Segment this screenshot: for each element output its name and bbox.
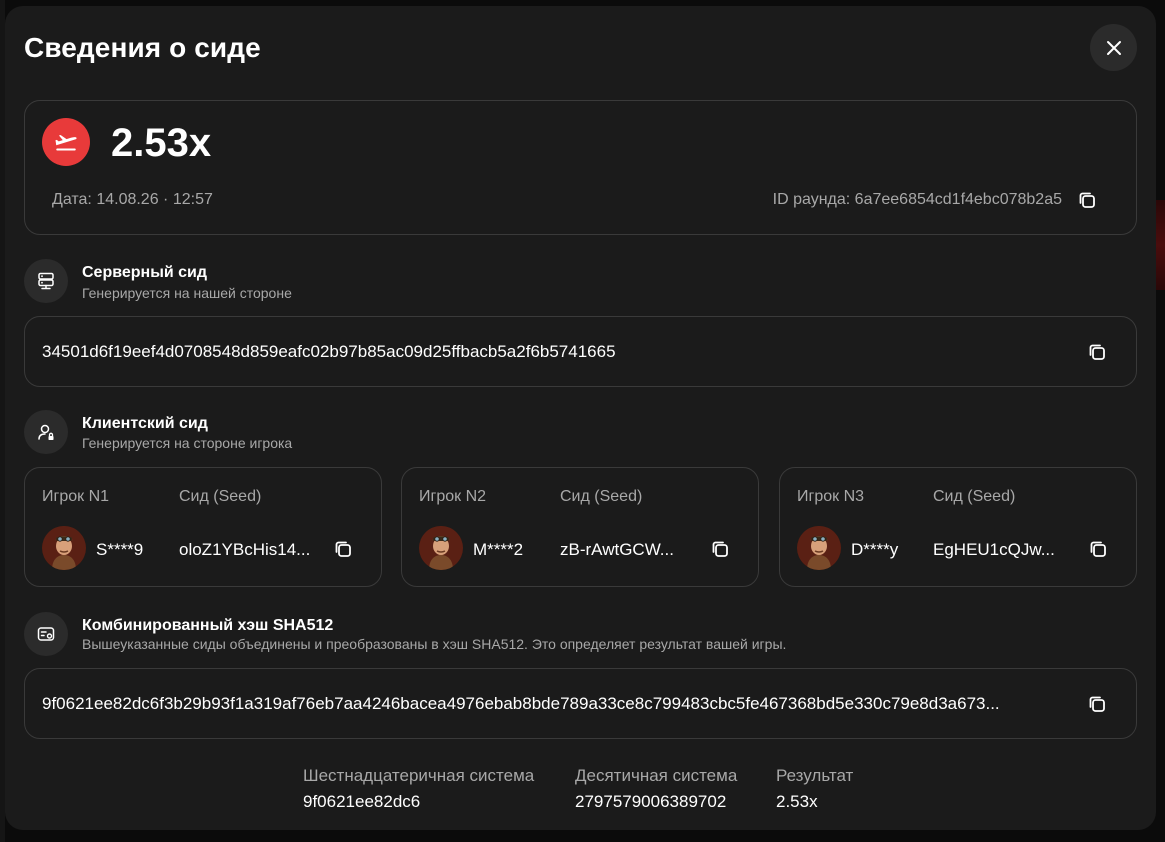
player-seed-card: Игрок N2 Сид (Seed) M****2 zB-rAwtGCW... <box>401 467 759 587</box>
copy-icon <box>1079 192 1095 208</box>
player-seed-card: Игрок N1 Сид (Seed) S****9 oloZ1YBcHis14… <box>24 467 382 587</box>
copy-icon <box>1089 696 1105 712</box>
seed-label: Сид (Seed) <box>560 488 643 505</box>
copy-player-seed-button[interactable] <box>332 538 354 560</box>
copy-icon <box>1089 344 1105 360</box>
hex-label: Шестнадцатеричная система <box>303 766 535 785</box>
round-date: Дата: 14.08.26 · 12:57 <box>52 191 213 208</box>
close-button[interactable] <box>1090 24 1137 71</box>
round-id: ID раунда: 6a7ee6854cd1f4ebc078b2a5 <box>772 191 1062 208</box>
result-label: Результат <box>776 766 854 785</box>
combined-hash-value: 9f0621ee82dc6f3b29b93f1a319af76eb7aa4246… <box>42 694 1000 713</box>
round-result-card: 2.53x Дата: 14.08.26 · 12:57 ID раунда: … <box>24 100 1137 235</box>
player-name: S****9 <box>96 540 144 559</box>
copy-icon <box>1090 541 1106 557</box>
round-multiplier: 2.53x <box>111 121 212 165</box>
dec-value: 2797579006389702 <box>575 792 727 811</box>
combined-hash-subtitle: Вышеуказанные сиды объединены и преобраз… <box>82 636 787 652</box>
player-label: Игрок N2 <box>419 488 487 505</box>
copy-player-seed-button[interactable] <box>1087 538 1109 560</box>
avatar <box>419 526 463 570</box>
plane-badge <box>42 118 90 166</box>
server-seed-field: 34501d6f19eef4d0708548d859eafc02b97b85ac… <box>24 316 1137 387</box>
dec-label: Десятичная система <box>575 766 738 785</box>
avatar <box>42 526 86 570</box>
combined-hash-icon-badge <box>24 612 68 656</box>
player-name: M****2 <box>473 540 524 559</box>
seed-details-modal: Сведения о сиде 2.53x Дата: 14.08.26 · 1… <box>5 6 1156 830</box>
copy-server-seed-button[interactable] <box>1086 341 1108 363</box>
combined-hash-field: 9f0621ee82dc6f3b29b93f1a319af76eb7aa4246… <box>24 668 1137 739</box>
server-seed-icon-badge <box>24 259 68 303</box>
avatar <box>797 526 841 570</box>
plane-takeoff-icon <box>55 134 77 151</box>
player-seed-value: zB-rAwtGCW... <box>560 540 674 559</box>
copy-icon <box>335 541 351 557</box>
result-value: 2.53x <box>776 792 818 811</box>
player-seed-value: EgHEU1cQJw... <box>933 540 1055 559</box>
seed-label: Сид (Seed) <box>933 488 1016 505</box>
server-seed-subtitle: Генерируется на нашей стороне <box>82 285 292 301</box>
player-seed-card: Игрок N3 Сид (Seed) D****y EgHEU1cQJw... <box>779 467 1137 587</box>
server-seed-value: 34501d6f19eef4d0708548d859eafc02b97b85ac… <box>42 342 616 361</box>
copy-round-id-button[interactable] <box>1076 189 1098 211</box>
copy-player-seed-button[interactable] <box>709 538 731 560</box>
hex-value: 9f0621ee82dc6 <box>303 792 421 811</box>
pilot-avatar-icon <box>42 526 86 570</box>
pilot-avatar-icon <box>797 526 841 570</box>
user-lock-icon <box>38 424 54 440</box>
pilot-avatar-icon <box>419 526 463 570</box>
player-label: Игрок N3 <box>797 488 865 505</box>
server-seed-title: Серверный сид <box>82 264 208 281</box>
copy-icon <box>712 541 728 557</box>
player-seed-value: oloZ1YBcHis14... <box>179 540 311 559</box>
combined-hash-title: Комбинированный хэш SHA512 <box>82 617 334 634</box>
player-name: D****y <box>851 540 899 559</box>
client-seed-icon-badge <box>24 410 68 454</box>
player-label: Игрок N1 <box>42 488 110 505</box>
backdrop-edge <box>1156 200 1165 290</box>
client-seed-title: Клиентский сид <box>82 415 208 432</box>
hash-card-icon <box>37 627 55 641</box>
seed-label: Сид (Seed) <box>179 488 262 505</box>
copy-combined-hash-button[interactable] <box>1086 693 1108 715</box>
modal-title: Сведения о сиде <box>24 32 261 63</box>
server-icon <box>38 272 54 290</box>
close-icon <box>1106 40 1121 55</box>
client-seed-subtitle: Генерируется на стороне игрока <box>82 435 293 451</box>
